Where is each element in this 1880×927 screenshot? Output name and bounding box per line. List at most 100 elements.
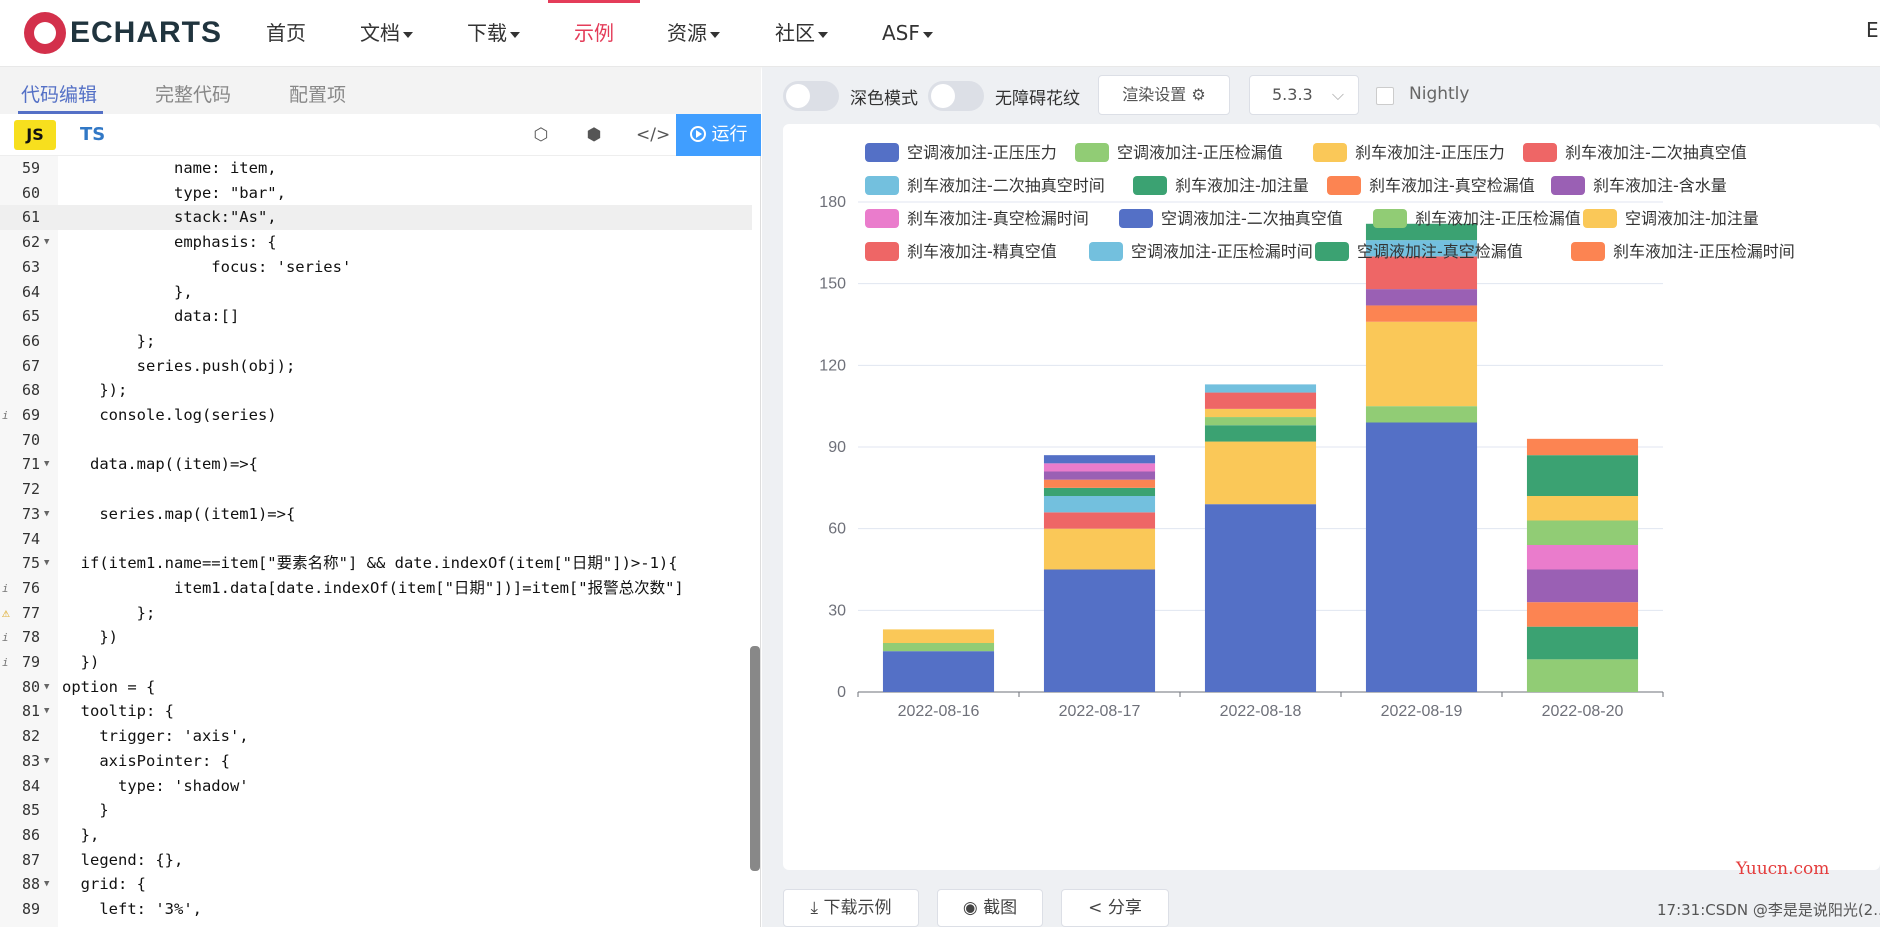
code-line[interactable]: 80 ▼ option = { xyxy=(0,675,752,700)
line-number: 59 xyxy=(21,159,40,177)
codesandbox-icon[interactable]: ⬢ xyxy=(583,124,605,146)
fold-icon[interactable]: ▼ xyxy=(44,675,49,700)
fold-icon[interactable]: ▼ xyxy=(44,230,49,255)
nightly-checkbox[interactable] xyxy=(1376,87,1394,105)
code-text: type: "bar", xyxy=(62,183,286,202)
dark-mode-toggle[interactable] xyxy=(783,81,839,111)
code-line[interactable]: 85 } xyxy=(0,798,752,823)
code-line[interactable]: ⚠ 77 }; xyxy=(0,601,752,626)
code-line[interactable]: 89 left: '3%', xyxy=(0,897,752,922)
fold-icon[interactable]: ▼ xyxy=(44,452,49,477)
bar-segment xyxy=(1365,289,1478,306)
chevron-down-icon: ⌵ xyxy=(1331,85,1344,104)
code-line[interactable]: 61 stack:"As", xyxy=(0,205,752,231)
legend-label: 刹车液加注-真空检漏值 xyxy=(1369,176,1535,195)
tab-code-edit[interactable]: 代码编辑 xyxy=(21,80,97,107)
code-line[interactable]: i 76 item1.data[date.indexOf(item["日期"])]… xyxy=(0,576,752,601)
logo-text: ECHARTS xyxy=(70,16,223,49)
chevron-down-icon xyxy=(403,31,413,38)
code-line[interactable]: 71 ▼ data.map((item)=>{ xyxy=(0,452,752,477)
code-editor[interactable]: 59 name: item, 60 type: "bar", 61 stack:"A… xyxy=(0,156,761,927)
lang-ts-button[interactable]: TS xyxy=(80,120,105,150)
code-line[interactable]: 66 }; xyxy=(0,329,752,354)
code-line[interactable]: i 79 }) xyxy=(0,650,752,675)
bar-segment xyxy=(1526,602,1639,627)
line-number: 77 xyxy=(21,603,40,622)
nav-asf[interactable]: ASF xyxy=(882,18,933,48)
version-select[interactable]: 5.3.3 ⌵ xyxy=(1249,75,1359,115)
code-text: }, xyxy=(62,282,193,301)
code-line[interactable]: 74 xyxy=(0,527,752,552)
echarts-logo-icon xyxy=(24,12,66,54)
code-format-icon[interactable]: </> xyxy=(636,124,670,146)
code-line[interactable]: 88 ▼ grid: { xyxy=(0,872,752,897)
echarts-logo[interactable]: ECHARTS xyxy=(24,10,222,56)
lang-js-button[interactable]: JS xyxy=(14,120,56,150)
tab-full-code[interactable]: 完整代码 xyxy=(155,80,231,107)
code-line[interactable]: 84 type: 'shadow' xyxy=(0,774,752,799)
code-line[interactable]: i 78 }) xyxy=(0,625,752,650)
code-line[interactable]: 73 ▼ series.map((item1)=>{ xyxy=(0,502,752,527)
legend-label: 刹车液加注-二次抽真空值 xyxy=(1565,143,1747,162)
legend-label: 刹车液加注-正压检漏值 xyxy=(1415,209,1581,228)
fold-icon[interactable]: ▼ xyxy=(44,749,49,774)
x-tick-label: 2022-08-18 xyxy=(1220,703,1302,720)
bar-segment xyxy=(1365,422,1478,692)
code-line[interactable]: 82 trigger: 'axis', xyxy=(0,724,752,749)
bar-segment xyxy=(1365,406,1478,423)
code-line[interactable]: 70 xyxy=(0,428,752,453)
render-settings-label: 渲染设置 xyxy=(1122,85,1187,104)
fold-icon[interactable]: ▼ xyxy=(44,502,49,527)
chevron-down-icon xyxy=(510,31,520,38)
code-line[interactable]: 67 series.push(obj); xyxy=(0,354,752,379)
code-line[interactable]: 62 ▼ emphasis: { xyxy=(0,230,752,255)
render-settings-button[interactable]: 渲染设置 ⚙ xyxy=(1098,75,1230,115)
gear-icon: ⚙ xyxy=(1191,85,1206,104)
run-button[interactable]: 运行 xyxy=(676,114,761,156)
nav-docs[interactable]: 文档 xyxy=(360,18,413,48)
code-line[interactable]: 86 }, xyxy=(0,823,752,848)
code-line[interactable]: 68 }); xyxy=(0,378,752,403)
nav-download[interactable]: 下载 xyxy=(467,18,520,48)
x-tick-label: 2022-08-17 xyxy=(1059,703,1141,720)
nav-resources[interactable]: 资源 xyxy=(667,18,720,48)
nav-examples[interactable]: 示例 xyxy=(574,18,614,48)
line-number: 79 xyxy=(21,653,40,671)
code-line[interactable]: i 69 console.log(series) xyxy=(0,403,752,428)
fold-icon[interactable]: ▼ xyxy=(44,699,49,724)
code-line[interactable]: 59 name: item, xyxy=(0,156,752,181)
code-line[interactable]: 60 type: "bar", xyxy=(0,181,752,206)
nav-community[interactable]: 社区 xyxy=(775,18,828,48)
code-line[interactable]: 75 ▼ if(item1.name==item["要素名称"] && date.… xyxy=(0,551,752,576)
play-icon xyxy=(689,126,706,142)
codepen-icon[interactable]: ⬡ xyxy=(530,124,552,146)
share-button[interactable]: < 分享 xyxy=(1061,889,1169,927)
legend-label: 空调液加注-二次抽真空值 xyxy=(1161,209,1343,228)
a11y-pattern-toggle[interactable] xyxy=(928,81,984,111)
tab-options[interactable]: 配置项 xyxy=(289,80,346,107)
code-line[interactable]: 83 ▼ axisPointer: { xyxy=(0,749,752,774)
code-line[interactable]: 72 xyxy=(0,477,752,502)
line-number: 73 xyxy=(21,504,40,523)
legend-swatch xyxy=(1089,242,1123,261)
legend-swatch xyxy=(865,143,899,162)
code-line[interactable]: 64 }, xyxy=(0,280,752,305)
code-text: series.map((item1)=>{ xyxy=(62,504,296,523)
line-number: 61 xyxy=(21,208,40,227)
fold-icon[interactable]: ▼ xyxy=(44,551,49,576)
code-line[interactable]: 81 ▼ tooltip: { xyxy=(0,699,752,724)
code-line[interactable]: 65 data:[] xyxy=(0,304,752,329)
line-number: 83 xyxy=(21,751,40,770)
code-line[interactable]: 63 focus: 'series' xyxy=(0,255,752,280)
legend-label: 刹车液加注-加注量 xyxy=(1175,176,1309,195)
download-example-button[interactable]: ⤓ 下载示例 xyxy=(783,889,919,927)
y-tick-label: 120 xyxy=(819,357,846,374)
legend-label: 刹车液加注-正压检漏时间 xyxy=(1613,242,1795,261)
fold-icon[interactable]: ▼ xyxy=(44,872,49,897)
screenshot-button[interactable]: ◉ 截图 xyxy=(937,889,1043,927)
editor-scrollbar[interactable] xyxy=(750,646,760,871)
x-tick-label: 2022-08-20 xyxy=(1542,703,1624,720)
nav-language-switch[interactable]: E xyxy=(1866,18,1879,42)
nav-home[interactable]: 首页 xyxy=(266,18,306,48)
code-line[interactable]: 87 legend: {}, xyxy=(0,848,752,873)
